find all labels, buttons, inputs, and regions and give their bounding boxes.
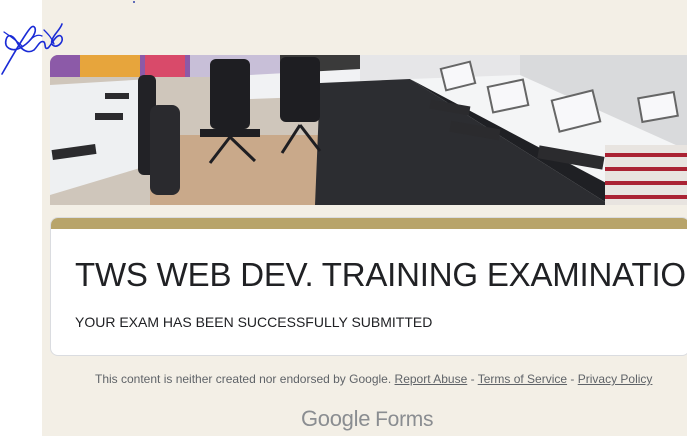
google-forms-logo[interactable]: Google Forms: [301, 406, 433, 432]
disclaimer-text: This content is neither created nor endo…: [95, 372, 392, 386]
logo-product: Forms: [375, 408, 434, 431]
logo-brand: Google: [301, 406, 371, 431]
report-abuse-link[interactable]: Report Abuse: [395, 372, 468, 386]
header-image: [50, 55, 687, 205]
confirmation-message: YOUR EXAM HAS BEEN SUCCESSFULLY SUBMITTE…: [75, 314, 433, 330]
privacy-policy-link[interactable]: Privacy Policy: [578, 372, 653, 386]
confirmation-card: TWS WEB DEV. TRAINING EXAMINATION YOUR E…: [50, 217, 687, 356]
card-accent-bar: [51, 218, 687, 229]
footer-separator: -: [467, 372, 478, 386]
form-title: TWS WEB DEV. TRAINING EXAMINATION: [75, 256, 687, 293]
ink-dot: [133, 1, 135, 3]
footer-disclaimer: This content is neither created nor endo…: [95, 372, 652, 386]
footer-separator: -: [567, 372, 578, 386]
terms-of-service-link[interactable]: Terms of Service: [478, 372, 567, 386]
